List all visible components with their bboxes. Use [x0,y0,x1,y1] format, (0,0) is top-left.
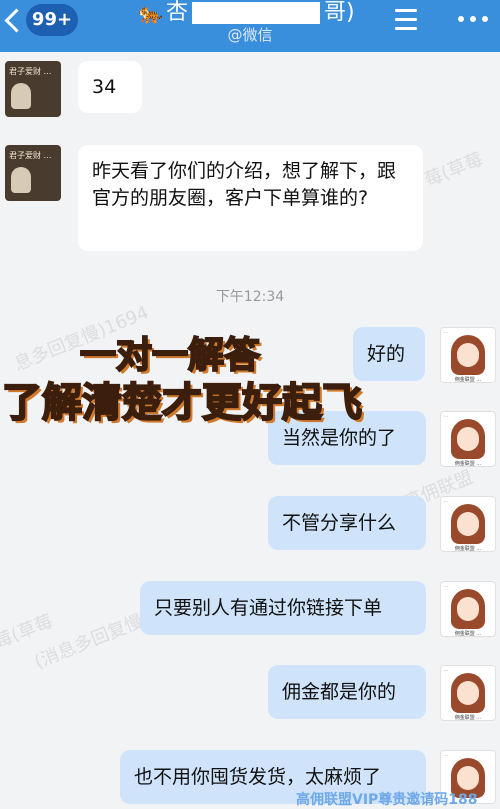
menu-icon[interactable] [395,9,417,31]
avatar-face [457,681,479,705]
contact-avatar[interactable]: 君子爱财 … [5,61,61,117]
tiger-emoji-icon: 🐅 [138,1,163,25]
chat-title: 🐅 杏 哥) [138,0,358,26]
self-avatar[interactable]: … 佣金联盟 … [440,411,496,467]
avatar-figure [11,83,31,109]
avatar-caption: 佣金联盟 … [454,631,482,637]
chat-title-prefix: 杏 [166,0,189,25]
avatar-figure [11,167,31,193]
avatar-face [457,343,479,367]
avatar-face [457,427,479,451]
avatar-tag: … [444,667,448,672]
avatar-face [457,512,479,536]
avatar-caption: 佣金联盟 … [454,377,482,383]
avatar-face [457,597,479,621]
message-timestamp: 下午12:34 [215,289,285,305]
overlay-subheadline: 了解清楚才更好起飞 [1,380,363,426]
avatar-caption: 佣金联盟 … [454,546,482,552]
message-bubble-outgoing[interactable]: 只要别人有通过你链接下单 [140,581,426,635]
avatar-text: 君子爱财 … [9,67,52,76]
contact-avatar[interactable]: 君子爱财 … [5,145,61,201]
avatar-tag: … [444,583,448,588]
chat-title-suffix: 哥) [324,0,355,25]
avatar-caption: 佣金联盟 … [454,715,482,721]
footer-watermark: 高佣联盟VIP尊贵邀请码188 [296,792,478,808]
avatar-caption: 佣金联盟 … [454,461,482,467]
avatar-text: 君子爱财 … [9,151,52,160]
avatar-tag: … [444,329,448,334]
message-bubble-outgoing[interactable]: 不管分享什么 [268,496,426,550]
more-options-icon[interactable] [458,16,488,22]
self-avatar[interactable]: … 佣金联盟 … [440,665,496,721]
watermark: 莓(草莓 [421,148,486,192]
self-avatar[interactable]: … 佣金联盟 … [440,581,496,637]
redaction-box [192,2,320,24]
avatar-tag: … [444,752,448,757]
avatar-tag: … [444,413,448,418]
self-avatar[interactable]: … 佣金联盟 … [440,496,496,552]
message-bubble-incoming[interactable]: 34 [78,61,142,113]
self-avatar[interactable]: … 佣金联盟 … [440,327,496,383]
message-bubble-incoming[interactable]: 昨天看了你们的介绍，想了解下，跟官方的朋友圈，客户下单算谁的? [78,145,423,251]
avatar-face [457,766,479,790]
message-bubble-outgoing[interactable]: 佣金都是你的 [268,665,426,719]
avatar-tag: … [444,498,448,503]
overlay-headline: 一对一解答 [79,335,261,377]
message-bubble-outgoing[interactable]: 好的 [353,327,425,381]
chat-header: 99+ 🐅 杏 哥) @微信 [0,0,500,52]
chat-subtitle: @微信 [227,26,273,44]
